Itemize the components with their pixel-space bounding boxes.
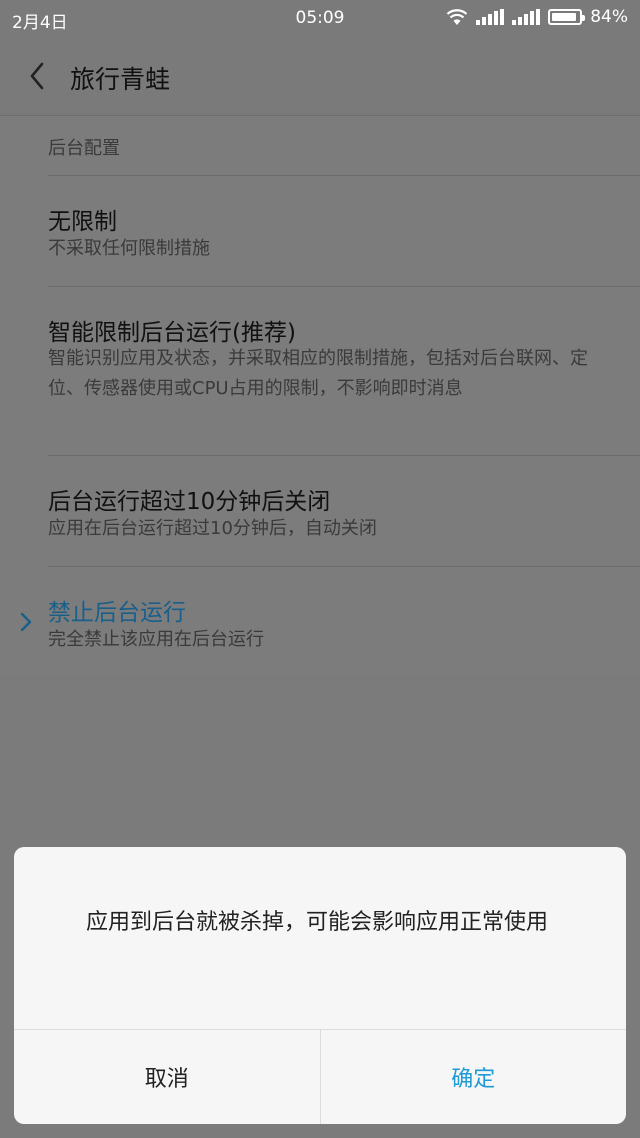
option-description: 应用在后台运行超过10分钟后，自动关闭 xyxy=(48,518,377,539)
option-smart-restrict[interactable]: 智能限制后台运行(推荐) 智能识别应用及状态，并采取相应的限制措施，包括对后台联… xyxy=(0,287,640,455)
battery-icon xyxy=(548,9,586,25)
status-bar: 2月4日 05:09 84% xyxy=(0,0,640,38)
section-header: 后台配置 xyxy=(48,138,120,159)
app-bar: 旅行青蛙 xyxy=(0,38,640,116)
wifi-icon xyxy=(446,9,468,25)
option-close-after-10min[interactable]: 后台运行超过10分钟后关闭 应用在后台运行超过10分钟后，自动关闭 xyxy=(0,456,640,566)
option-block-background[interactable]: 禁止后台运行 完全禁止该应用在后台运行 xyxy=(0,567,640,676)
option-unrestricted[interactable]: 无限制 不采取任何限制措施 xyxy=(0,176,640,286)
confirm-dialog: 应用到后台就被杀掉，可能会影响应用正常使用 取消 确定 xyxy=(14,847,626,1124)
dialog-message: 应用到后台就被杀掉，可能会影响应用正常使用 xyxy=(86,910,549,935)
option-title: 无限制 xyxy=(48,209,117,235)
option-description: 完全禁止该应用在后台运行 xyxy=(48,629,264,650)
option-title: 智能限制后台运行(推荐) xyxy=(48,320,296,346)
confirm-button[interactable]: 确定 xyxy=(319,1030,627,1124)
battery-percent: 84% xyxy=(590,7,628,27)
dialog-button-row: 取消 确定 xyxy=(14,1029,626,1124)
page-title: 旅行青蛙 xyxy=(70,65,171,94)
background-settings-list: 后台配置 无限制 不采取任何限制措施 智能限制后台运行(推荐) 智能识别应用及状… xyxy=(0,116,640,676)
cancel-button[interactable]: 取消 xyxy=(14,1030,320,1124)
status-icons: 84% xyxy=(446,7,628,27)
option-description: 不采取任何限制措施 xyxy=(48,238,210,259)
signal-icon xyxy=(476,9,505,25)
option-title: 禁止后台运行 xyxy=(48,600,186,626)
option-title: 后台运行超过10分钟后关闭 xyxy=(48,489,331,515)
signal-icon-2 xyxy=(512,9,541,25)
back-arrow-icon[interactable] xyxy=(22,58,54,94)
chevron-right-icon xyxy=(20,612,32,632)
option-description: 智能识别应用及状态，并采取相应的限制措施，包括对后台联网、定位、传感器使用或CP… xyxy=(48,348,588,399)
